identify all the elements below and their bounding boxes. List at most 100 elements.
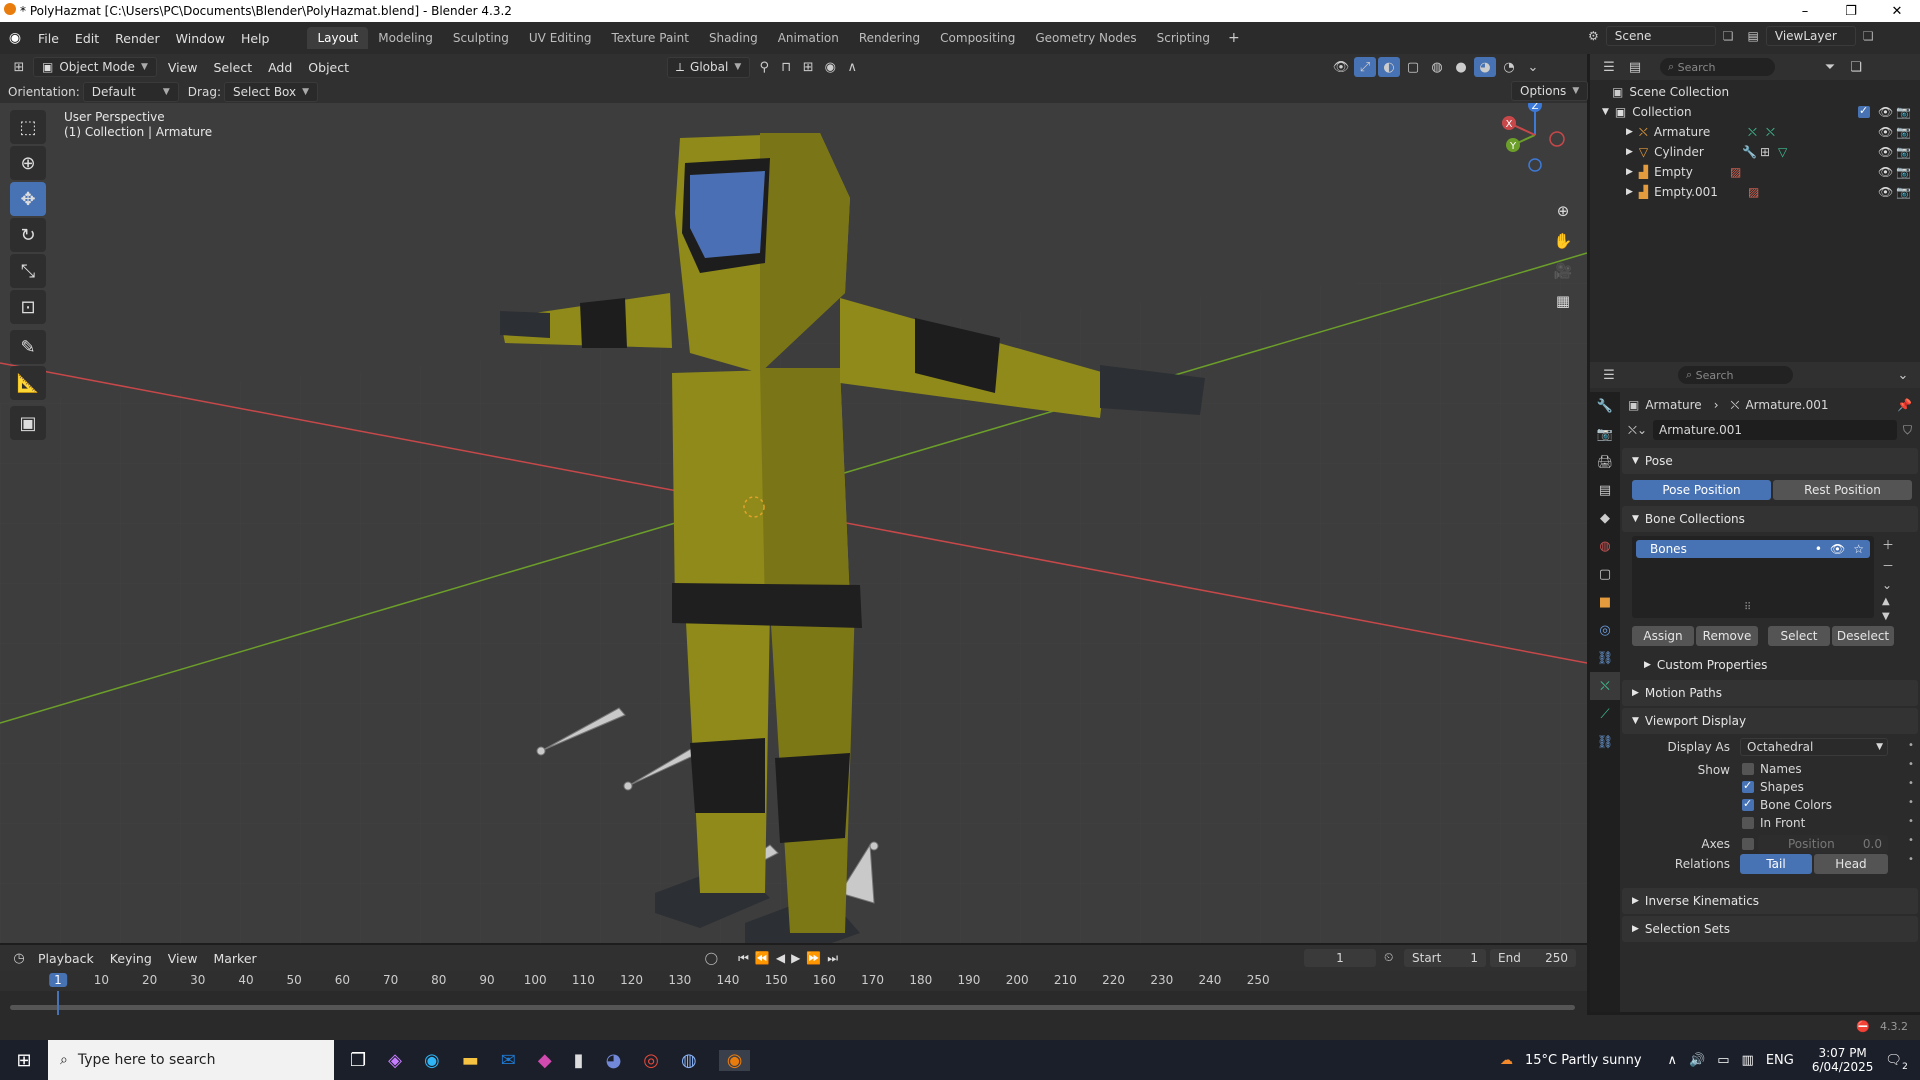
select-button[interactable]: Select — [1768, 626, 1830, 646]
gizmo-toggle-icon[interactable]: ⤢ — [1354, 57, 1376, 77]
relations-tail-button[interactable]: Tail — [1740, 854, 1812, 874]
expand-icon[interactable]: ▶ — [1626, 187, 1633, 197]
remove-button[interactable]: Remove — [1696, 626, 1758, 646]
tab-geometry-nodes[interactable]: Geometry Nodes — [1025, 27, 1146, 49]
custom-properties-subpanel-header[interactable]: ▶ Custom Properties — [1634, 652, 1918, 678]
physics-tab-icon[interactable]: ◎ — [1590, 616, 1620, 644]
menu-edit[interactable]: Edit — [67, 31, 107, 46]
render-tab-icon[interactable]: 📷 — [1590, 420, 1620, 448]
overlays-toggle-icon[interactable]: ◐ — [1378, 57, 1400, 77]
axes-position-field[interactable]: Position 0.0 — [1758, 835, 1888, 853]
bone-colors-checkbox[interactable] — [1742, 797, 1754, 811]
view-layer-tab-icon[interactable]: ▤ — [1590, 476, 1620, 504]
motion-paths-panel-header[interactable]: ▶ Motion Paths — [1622, 680, 1918, 706]
editor-type-icon[interactable]: ⊞ — [8, 57, 30, 77]
object-tab-icon[interactable]: ■ — [1590, 588, 1620, 616]
camera-view-icon[interactable]: 🎥 — [1548, 256, 1578, 286]
in-front-checkbox-row[interactable]: In Front — [1742, 816, 1805, 830]
viewport-display-panel-header[interactable]: ▼ Viewport Display — [1622, 708, 1918, 734]
tab-texture-paint[interactable]: Texture Paint — [602, 27, 699, 49]
timeline-menu-marker[interactable]: Marker — [205, 951, 264, 966]
snap-icon[interactable]: ⊓ — [775, 57, 797, 77]
select-box-tool-icon[interactable]: ⬚ — [10, 110, 46, 144]
eye-icon[interactable]: 👁 — [1878, 185, 1893, 199]
navigation-gizmo[interactable]: Z Y X — [1495, 103, 1575, 175]
proportional-edit-icon[interactable]: ◉ — [819, 57, 841, 77]
volume-icon[interactable]: 🔊 — [1689, 1053, 1705, 1068]
transform-orientation-selector[interactable]: ⟂ Global ▼ — [667, 56, 751, 78]
scale-tool-icon[interactable]: ⤡ — [10, 254, 46, 288]
rotate-tool-icon[interactable]: ↻ — [10, 218, 46, 252]
bone-colors-checkbox-row[interactable]: Bone Colors — [1742, 797, 1832, 812]
measure-tool-icon[interactable]: 📐 — [10, 366, 46, 400]
start-frame-field[interactable]: Start 1 — [1404, 949, 1486, 967]
keyframe-dot-icon[interactable]: • — [1908, 816, 1914, 827]
timeline-menu-playback[interactable]: Playback — [30, 951, 102, 966]
visibility-icon[interactable]: 👁 — [1330, 57, 1352, 77]
maximize-button[interactable]: ❐ — [1828, 0, 1874, 22]
armature-browse-icon[interactable]: ⛌⌄ — [1628, 423, 1647, 438]
keyframe-dot-icon[interactable]: • — [1908, 854, 1914, 865]
app-icon[interactable]: ◆ — [538, 1050, 552, 1071]
eye-icon[interactable]: 👁 — [1830, 542, 1845, 556]
specials-menu-icon[interactable]: ⌄ — [1882, 578, 1894, 592]
names-checkbox-row[interactable]: Names — [1742, 762, 1802, 776]
menu-file[interactable]: File — [30, 31, 67, 46]
expand-icon[interactable]: ▼ — [1602, 107, 1609, 117]
timeline-menu-keying[interactable]: Keying — [102, 951, 160, 966]
viewlayer-selector[interactable]: ViewLayer — [1765, 26, 1856, 46]
vertex-groups-icon[interactable]: ⊞ — [1760, 145, 1770, 159]
inverse-kinematics-panel-header[interactable]: ▶ Inverse Kinematics — [1622, 888, 1918, 914]
outlook-icon[interactable]: ✉ — [501, 1050, 516, 1071]
camera-render-icon[interactable]: 📷 — [1896, 145, 1911, 159]
add-cube-tool-icon[interactable]: ▣ — [10, 406, 46, 440]
chevron-up-icon[interactable]: ∧ — [1668, 1053, 1678, 1068]
camera-render-icon[interactable]: 📷 — [1896, 105, 1911, 119]
battery-icon[interactable]: ▭ — [1717, 1053, 1729, 1068]
file-explorer-icon[interactable]: ▬ — [462, 1050, 479, 1071]
pose-position-button[interactable]: Pose Position — [1632, 480, 1771, 500]
end-frame-field[interactable]: End 250 — [1490, 949, 1576, 967]
remove-bone-collection-button[interactable]: － — [1882, 557, 1894, 574]
editor-type-icon[interactable]: ☰ — [1598, 57, 1620, 77]
pose-icon[interactable]: ⛌ — [1766, 125, 1775, 140]
menu-render[interactable]: Render — [107, 31, 168, 46]
add-bone-collection-button[interactable]: ＋ — [1882, 536, 1894, 553]
jump-end-icon[interactable]: ⏭ — [827, 951, 838, 966]
move-up-icon[interactable]: ▲ — [1882, 596, 1894, 607]
minimize-button[interactable]: – — [1782, 0, 1828, 22]
tab-animation[interactable]: Animation — [768, 27, 849, 49]
outliner-item-armature[interactable]: ▶ ⛌ Armature ⛌ ⛌ 👁 📷 — [1590, 122, 1920, 142]
drag-dropdown[interactable]: Select Box ▼ — [223, 81, 319, 102]
pose-panel-header[interactable]: ▼ Pose — [1622, 448, 1918, 474]
assign-button[interactable]: Assign — [1632, 626, 1694, 646]
neg-x-axis-handle[interactable] — [1549, 131, 1565, 147]
list-resize-handle-icon[interactable]: ⠿ — [1744, 602, 1751, 613]
viewport-menu-view[interactable]: View — [160, 60, 206, 75]
shapes-checkbox-row[interactable]: Shapes — [1742, 779, 1804, 794]
names-checkbox[interactable] — [1742, 763, 1754, 775]
scene-icon[interactable]: ⚙ — [1588, 29, 1599, 43]
bone-collection-item[interactable]: Bones • 👁 ☆ — [1636, 540, 1870, 558]
expand-icon[interactable]: ▶ — [1626, 127, 1633, 137]
image-data-icon[interactable]: ▨ — [1730, 165, 1741, 179]
constraints-tab-icon[interactable]: ⛓ — [1590, 644, 1620, 672]
tab-compositing[interactable]: Compositing — [930, 27, 1025, 49]
outliner-item-cylinder[interactable]: ▶ ▽ Cylinder 🔧 ⊞ ▽ 👁 📷 — [1590, 142, 1920, 162]
bone-tab-icon[interactable]: ⟋ — [1590, 700, 1620, 728]
weather-text[interactable]: 15°C Partly sunny — [1525, 1053, 1642, 1068]
copilot-icon[interactable]: ◈ — [388, 1050, 402, 1071]
close-button[interactable]: ✕ — [1874, 0, 1920, 22]
3d-viewport[interactable]: User Perspective (1) Collection | Armatu… — [0, 103, 1587, 943]
cursor-tool-icon[interactable]: ⊕ — [10, 146, 46, 180]
pin-icon[interactable]: 📌 — [1897, 398, 1912, 412]
task-view-icon[interactable]: ❐ — [350, 1050, 366, 1071]
discord-icon[interactable]: ◕ — [606, 1050, 622, 1071]
outliner-item-empty[interactable]: ▶ ▟ Empty ▨ 👁 📷 — [1590, 162, 1920, 182]
image-data-icon[interactable]: ▨ — [1748, 185, 1759, 199]
data-name-field[interactable]: Armature.001 — [1653, 420, 1897, 440]
mode-selector[interactable]: ▣ Object Mode ▼ — [33, 57, 157, 77]
current-frame-field[interactable]: 1 — [1304, 949, 1376, 967]
scene-selector[interactable]: Scene — [1605, 26, 1716, 46]
timeline-menu-view[interactable]: View — [160, 951, 206, 966]
